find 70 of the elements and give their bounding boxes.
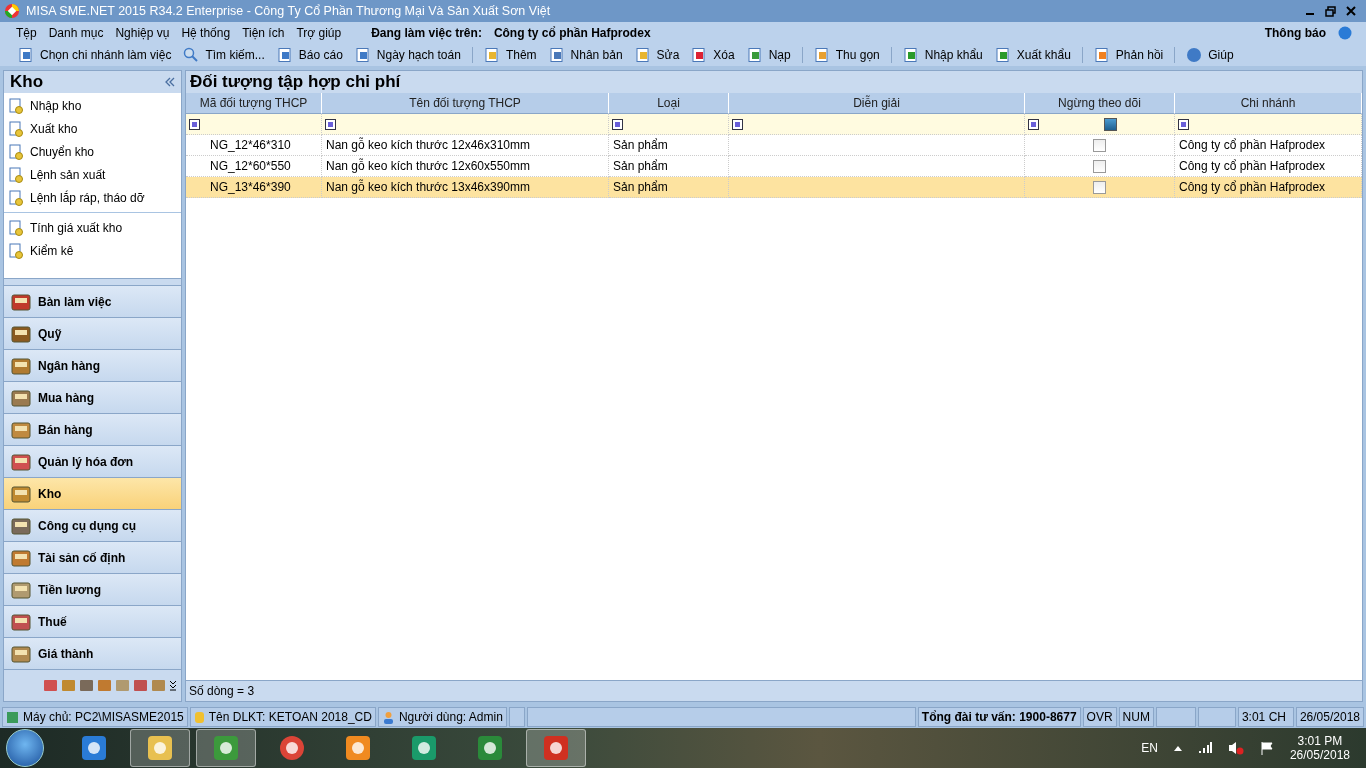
module-button[interactable]: Công cụ dụng cụ bbox=[4, 510, 181, 542]
table-cell: Công ty cổ phần Hafprodex bbox=[1175, 177, 1362, 198]
task-link[interactable]: Kiểm kê bbox=[4, 239, 181, 262]
task-link[interactable]: Chuyển kho bbox=[4, 140, 181, 163]
table-cell: NG_13*46*390 bbox=[186, 177, 322, 198]
task-link[interactable]: Lệnh sản xuất bbox=[4, 163, 181, 186]
menu-item[interactable]: Danh mục bbox=[48, 26, 104, 40]
module-button[interactable]: Giá thành bbox=[4, 638, 181, 670]
panel-title: Kho bbox=[10, 72, 44, 92]
module-button[interactable]: Kho bbox=[4, 478, 181, 510]
table-row[interactable]: NG_12*60*550 Nan gỗ keo kích thước 12x60x550mm Sản phẩm Công ty cổ phần Hafprodex bbox=[186, 156, 1362, 177]
module-button[interactable]: Ngân hàng bbox=[4, 350, 181, 382]
task-link[interactable]: Tính giá xuất kho bbox=[4, 216, 181, 239]
clock-time[interactable]: 3:01 PM bbox=[1297, 734, 1343, 748]
table-row[interactable]: NG_13*46*390 Nan gỗ keo kích thước 13x46x390mm Sản phẩm Công ty cổ phần Hafprodex bbox=[186, 177, 1362, 198]
column-header[interactable]: Diễn giải bbox=[729, 93, 1025, 114]
module-button[interactable]: Tiền lương bbox=[4, 574, 181, 606]
module-button[interactable]: Tài sản cố định bbox=[4, 542, 181, 574]
module-button[interactable]: Quỹ bbox=[4, 318, 181, 350]
column-header[interactable]: Chi nhánh bbox=[1175, 93, 1362, 114]
column-header[interactable]: Ngừng theo dõi bbox=[1025, 93, 1175, 114]
toolbar-button[interactable]: Xuất khẩu bbox=[990, 47, 1075, 63]
server-status: Máy chủ: PC2\MISASME2015 bbox=[2, 707, 188, 727]
toolbar-button[interactable]: Xóa bbox=[687, 47, 739, 63]
module-button[interactable]: Mua hàng bbox=[4, 382, 181, 414]
num-status: NUM bbox=[1118, 707, 1154, 727]
module-button[interactable]: Bàn làm việc bbox=[4, 286, 181, 318]
menu-item[interactable]: Tiện ích bbox=[242, 26, 285, 40]
column-header[interactable]: Mã đối tượng THCP bbox=[186, 93, 322, 114]
module-button[interactable]: Thuế bbox=[4, 606, 181, 638]
clock-date[interactable]: 26/05/2018 bbox=[1289, 748, 1350, 762]
page-title: Đối tượng tập hợp chi phí bbox=[186, 71, 1362, 93]
notification-link[interactable]: Thông báo bbox=[1264, 26, 1326, 40]
toolbar-button[interactable]: Thu gọn bbox=[809, 47, 884, 63]
toolbar-button[interactable]: Nhập khẩu bbox=[898, 47, 987, 63]
window-title: MISA SME.NET 2015 R34.2 Enterprise - Công Ty Cổ Phần Thương Mại Và Sản Xuất Sơn Việt bbox=[26, 4, 552, 18]
row-count: Số dòng = 3 bbox=[186, 680, 1362, 701]
column-header[interactable]: Loại bbox=[609, 93, 729, 114]
toolbar-button[interactable]: Giúp bbox=[1182, 47, 1238, 63]
language-indicator[interactable]: EN bbox=[1141, 741, 1158, 755]
toolbar-button[interactable]: Sửa bbox=[630, 47, 684, 63]
table-row[interactable]: NG_12*46*310 Nan gỗ keo kích thước 12x46x310mm Sản phẩm Công ty cổ phần Hafprodex bbox=[186, 135, 1362, 156]
toolbar-button[interactable]: Nạp bbox=[742, 47, 795, 63]
task-link[interactable]: Xuất kho bbox=[4, 117, 181, 140]
ovr-status: OVR bbox=[1082, 707, 1117, 727]
toolbar-button[interactable]: Nhân bản bbox=[544, 47, 627, 63]
menu-item[interactable]: Nghiệp vụ bbox=[115, 26, 170, 40]
database-status: Tên DLKT: KETOAN 2018_CD bbox=[189, 707, 376, 727]
table-cell: Sản phẩm bbox=[609, 177, 729, 198]
menu-item[interactable]: Trợ giúp bbox=[296, 26, 342, 40]
toolbar-button[interactable]: Phản hồi bbox=[1089, 47, 1168, 63]
module-button[interactable]: Bán hàng bbox=[4, 414, 181, 446]
module-button[interactable]: Quản lý hóa đơn bbox=[4, 446, 181, 478]
table-cell: Nan gỗ keo kích thước 13x46x390mm bbox=[322, 177, 609, 198]
toolbar-button[interactable]: Thêm bbox=[479, 47, 541, 63]
workspace-label: Đang làm việc trên: bbox=[371, 26, 482, 40]
toolbar-button[interactable]: Chọn chi nhánh làm việc bbox=[14, 47, 176, 63]
task-link[interactable]: Nhập kho bbox=[4, 94, 181, 117]
column-header[interactable]: Tên đối tượng THCP bbox=[322, 93, 609, 114]
toolbar-button[interactable]: Báo cáo bbox=[272, 47, 347, 63]
task-link[interactable]: Lệnh lắp ráp, tháo dỡ bbox=[4, 186, 181, 209]
toolbar-button[interactable]: Tìm kiếm... bbox=[179, 47, 269, 63]
time-status: 3:01 CH bbox=[1237, 707, 1294, 727]
date-status: 26/05/2018 bbox=[1295, 707, 1364, 727]
user-status: Người dùng: Admin bbox=[377, 707, 507, 727]
menu-item[interactable]: Hệ thống bbox=[181, 26, 231, 40]
company-name: Công ty cổ phần Hafprodex bbox=[493, 26, 651, 40]
hotline-status: Tổng đài tư vấn: 1900-8677 bbox=[917, 707, 1081, 727]
toolbar-button[interactable]: Ngày hạch toán bbox=[350, 47, 465, 63]
menu-item[interactable]: Tệp bbox=[16, 26, 37, 40]
